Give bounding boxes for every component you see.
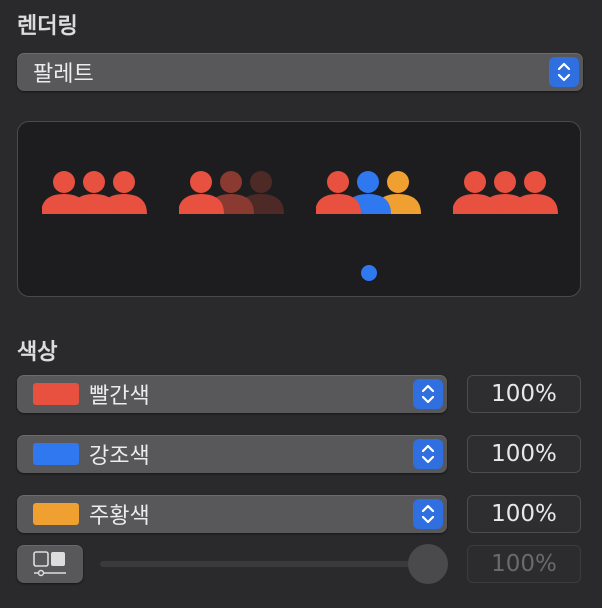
symbol-preview-area	[17, 121, 581, 297]
color-swatch	[33, 503, 79, 525]
opacity-slider-field: 100%	[467, 545, 581, 583]
chevron-updown-icon	[549, 57, 579, 87]
rendering-mode-popup[interactable]: 팔레트	[17, 53, 583, 91]
chevron-updown-icon	[413, 379, 443, 409]
opacity-field-0[interactable]: 100%	[467, 375, 581, 413]
color-popup-1[interactable]: 강조색	[17, 435, 447, 473]
monochrome-preview-icon[interactable]	[178, 168, 287, 222]
layer-options-button[interactable]	[17, 545, 83, 583]
colors-title: 색상	[17, 340, 58, 365]
color-popup-2[interactable]: 주황색	[17, 495, 447, 533]
rendering-title: 렌더링	[17, 14, 78, 39]
color-label: 강조색	[89, 444, 150, 469]
chevron-updown-icon	[413, 439, 443, 469]
red-palette-preview-icon[interactable]	[41, 168, 150, 222]
color-swatch	[33, 443, 79, 465]
opacity-slider-knob[interactable]	[408, 544, 448, 584]
page-indicator-dot[interactable]	[361, 265, 377, 281]
opacity-slider-track[interactable]	[100, 561, 430, 567]
color-label: 주황색	[89, 504, 150, 529]
chevron-updown-icon	[413, 499, 443, 529]
multicolor-preview-icon[interactable]	[315, 168, 424, 222]
hierarchical-preview-icon[interactable]	[452, 168, 561, 222]
color-swatch	[33, 383, 79, 405]
color-popup-0[interactable]: 빨간색	[17, 375, 447, 413]
layers-icon	[33, 551, 66, 577]
opacity-field-2[interactable]: 100%	[467, 495, 581, 533]
opacity-field-1[interactable]: 100%	[467, 435, 581, 473]
color-label: 빨간색	[89, 384, 150, 409]
rendering-mode-label: 팔레트	[33, 62, 94, 87]
